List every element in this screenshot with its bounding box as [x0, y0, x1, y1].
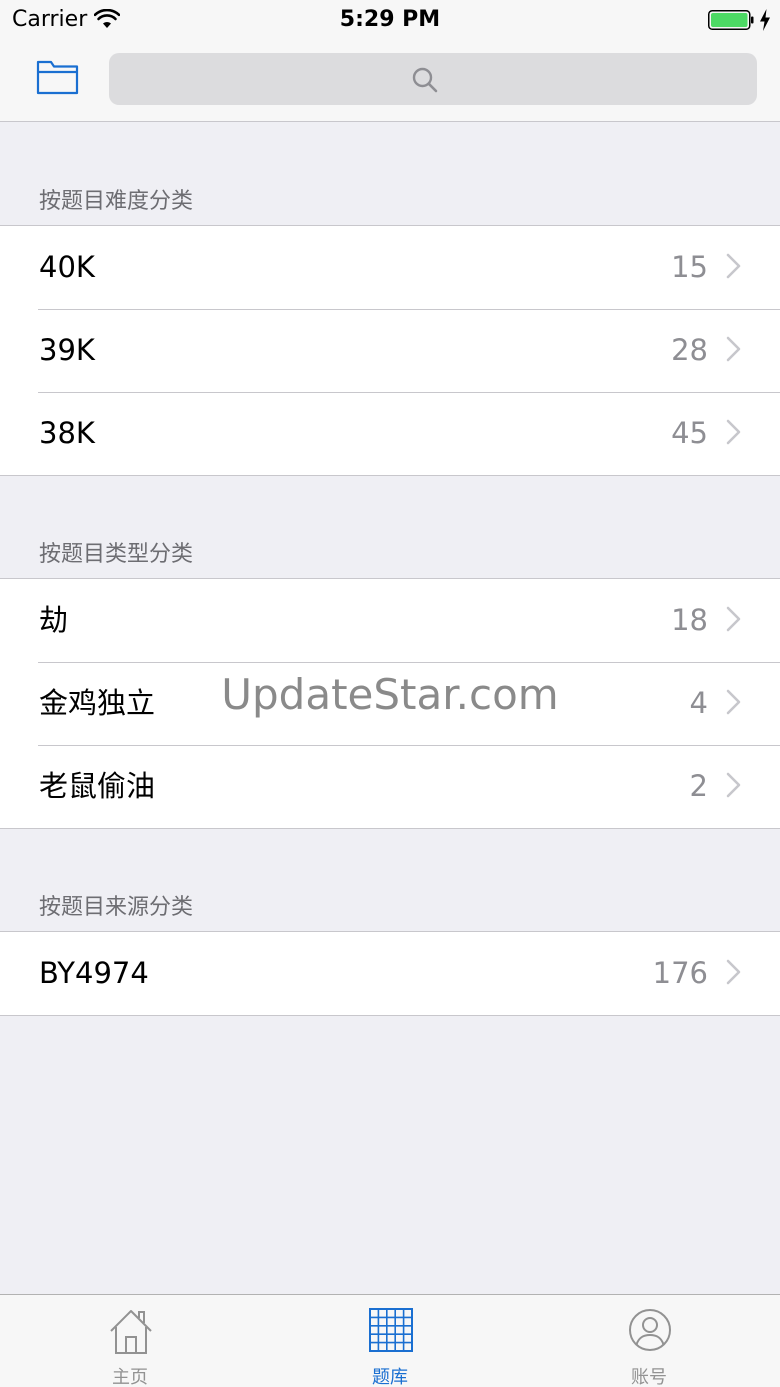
tab-label: 主页 — [112, 1367, 148, 1387]
list-item[interactable]: 老鼠偷油 2 — [0, 745, 780, 828]
search-icon — [412, 67, 438, 93]
search-input[interactable] — [109, 53, 757, 105]
chevron-right-icon — [726, 253, 741, 279]
row-count: 176 — [652, 956, 708, 990]
row-count: 15 — [671, 250, 708, 284]
home-icon — [110, 1310, 152, 1354]
row-title: BY4974 — [39, 956, 149, 990]
grid-icon — [369, 1308, 413, 1352]
row-title: 老鼠偷油 — [39, 769, 156, 803]
list-item[interactable]: 劫 18 — [0, 579, 780, 662]
row-title: 金鸡独立 — [39, 686, 156, 720]
tab-account[interactable]: 账号 — [549, 1295, 749, 1387]
list-item[interactable]: 39K 28 — [0, 309, 780, 392]
tab-home[interactable]: 主页 — [30, 1295, 230, 1387]
battery-icon — [708, 10, 754, 30]
chevron-right-icon — [726, 959, 741, 985]
row-count: 28 — [671, 333, 708, 367]
app-screen: Carrier 5:29 PM 按题目难度分类 40K 15 39K 28 38… — [0, 0, 780, 1387]
chevron-right-icon — [726, 606, 741, 632]
row-count: 18 — [671, 603, 708, 637]
section-header-difficulty: 按题目难度分类 — [39, 189, 194, 214]
charging-bolt-icon — [760, 9, 770, 31]
folder-icon[interactable] — [34, 58, 82, 98]
section-header-type: 按题目类型分类 — [39, 542, 194, 567]
account-icon — [629, 1309, 671, 1351]
list-item[interactable]: 38K 45 — [0, 392, 780, 475]
list-item[interactable]: 40K 15 — [0, 226, 780, 309]
list-item[interactable]: BY4974 176 — [0, 932, 780, 1015]
chevron-right-icon — [726, 336, 741, 362]
row-count: 2 — [689, 769, 708, 803]
row-count: 45 — [671, 416, 708, 450]
status-time: 5:29 PM — [339, 7, 441, 32]
difficulty-group: 40K 15 39K 28 38K 45 — [0, 225, 780, 476]
type-group: 劫 18 金鸡独立 4 老鼠偷油 2 — [0, 578, 780, 829]
chevron-right-icon — [726, 689, 741, 715]
source-group: BY4974 176 — [0, 931, 780, 1016]
chevron-right-icon — [726, 419, 741, 445]
row-count: 4 — [689, 686, 708, 720]
section-header-source: 按题目来源分类 — [39, 895, 194, 920]
status-bar: Carrier 5:29 PM — [0, 0, 780, 40]
row-title: 劫 — [39, 603, 69, 637]
chevron-right-icon — [726, 772, 741, 798]
row-title: 39K — [39, 333, 95, 367]
list-item[interactable]: 金鸡独立 4 — [0, 662, 780, 745]
tab-label: 账号 — [631, 1367, 667, 1387]
tab-label: 题库 — [372, 1367, 408, 1387]
tab-library[interactable]: 题库 — [290, 1295, 490, 1387]
tab-bar: 主页 题库 账号 — [0, 1294, 780, 1387]
row-title: 38K — [39, 416, 95, 450]
nav-bar — [0, 40, 780, 122]
row-title: 40K — [39, 250, 95, 284]
